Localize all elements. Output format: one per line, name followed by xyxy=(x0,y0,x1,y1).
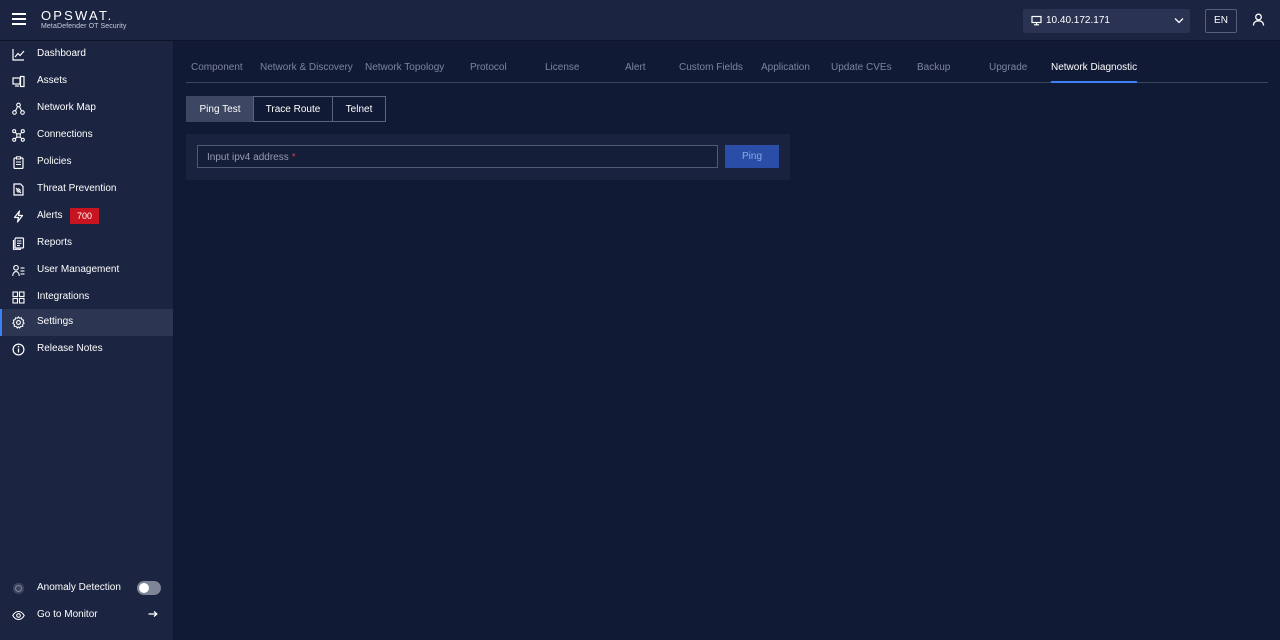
sidebar-item-label: User Management xyxy=(37,264,120,275)
required-mark: * xyxy=(291,152,296,163)
ping-test-panel: Input ipv4 address * Ping xyxy=(186,134,790,180)
anomaly-detection-toggle[interactable] xyxy=(137,581,161,595)
sidebar-item-label: Network Map xyxy=(37,102,96,113)
sidebar-item-connections[interactable]: Connections xyxy=(0,122,173,149)
ping-button[interactable]: Ping xyxy=(725,145,779,168)
tab-protocol[interactable]: Protocol xyxy=(470,62,507,73)
devices-icon xyxy=(12,75,25,88)
tab-telnet[interactable]: Telnet xyxy=(332,96,386,122)
tab-component[interactable]: Component xyxy=(191,62,243,73)
tab-network-diagnostic[interactable]: Network Diagnostic xyxy=(1051,62,1138,83)
sidebar-item-label: Threat Prevention xyxy=(37,183,117,194)
tab-network-discovery[interactable]: Network & Discovery xyxy=(260,62,353,73)
logo: OPSWAT. xyxy=(41,8,114,23)
sidebar-item-label: Connections xyxy=(37,129,93,140)
go-to-monitor-label: Go to Monitor xyxy=(37,609,98,620)
chart-line-icon xyxy=(12,48,25,61)
sidebar-item-label: Reports xyxy=(37,237,73,248)
sidebar-item-integrations[interactable]: Integrations xyxy=(0,284,173,311)
sidebar-item-label: Settings xyxy=(37,316,74,327)
sidebar-item-user-management[interactable]: User Management xyxy=(0,257,173,284)
arrow-right-icon xyxy=(148,610,158,618)
eye-icon xyxy=(12,609,25,622)
tab-application[interactable]: Application xyxy=(761,62,810,73)
sidebar-item-dashboard[interactable]: Dashboard xyxy=(0,41,173,68)
go-to-monitor-row[interactable]: Go to Monitor xyxy=(0,602,173,629)
sidebar-item-network-map[interactable]: Network Map xyxy=(0,95,173,122)
connections-icon xyxy=(12,129,25,142)
user-list-icon xyxy=(12,264,25,277)
lightning-icon xyxy=(12,210,25,223)
tab-ping-test[interactable]: Ping Test xyxy=(186,96,254,122)
language-button[interactable]: EN xyxy=(1205,9,1237,33)
clipboard-icon xyxy=(12,156,25,169)
alerts-count-badge: 700 xyxy=(70,208,99,224)
sidebar-item-label: Policies xyxy=(37,156,72,167)
sidebar-item-label: Dashboard xyxy=(37,48,86,59)
logo-subtitle: MetaDefender OT Security xyxy=(41,23,127,30)
threat-doc-icon xyxy=(12,183,25,196)
sidebar-item-settings[interactable]: Settings xyxy=(0,309,173,336)
sidebar-item-label: Release Notes xyxy=(37,343,103,354)
reports-icon xyxy=(12,237,25,250)
user-profile-icon[interactable] xyxy=(1252,13,1265,26)
top-bar: OPSWAT. MetaDefender OT Security 10.40.1… xyxy=(0,0,1280,41)
sidebar-item-label: Alerts xyxy=(37,210,63,221)
tab-license[interactable]: License xyxy=(545,62,579,73)
tab-upgrade[interactable]: Upgrade xyxy=(989,62,1027,73)
sidebar-item-policies[interactable]: Policies xyxy=(0,149,173,176)
integrations-icon xyxy=(12,291,25,304)
tab-trace-route[interactable]: Trace Route xyxy=(253,96,333,122)
sidebar-item-release-notes[interactable]: Release Notes xyxy=(0,336,173,363)
ip-address-text: 10.40.172.171 xyxy=(1046,15,1110,26)
gear-icon xyxy=(12,316,25,329)
hamburger-menu-icon[interactable] xyxy=(12,13,26,27)
tab-custom-fields[interactable]: Custom Fields xyxy=(679,62,743,73)
monitor-icon xyxy=(1031,15,1042,26)
sidebar-item-threat-prevention[interactable]: Threat Prevention xyxy=(0,176,173,203)
sidebar-item-assets[interactable]: Assets xyxy=(0,68,173,95)
sidebar-item-label: Integrations xyxy=(37,291,90,302)
tab-alert[interactable]: Alert xyxy=(625,62,646,73)
anomaly-detection-label: Anomaly Detection xyxy=(37,582,121,593)
info-icon xyxy=(12,343,25,356)
network-map-icon xyxy=(12,102,25,115)
toggle-knob xyxy=(139,583,149,593)
anomaly-icon xyxy=(12,582,25,595)
ipv4-input-placeholder: Input ipv4 address * xyxy=(207,152,296,163)
sidebar-item-reports[interactable]: Reports xyxy=(0,230,173,257)
tab-update-cves[interactable]: Update CVEs xyxy=(831,62,892,73)
sidebar-item-alerts[interactable]: Alerts 700 xyxy=(0,203,173,230)
chevron-down-icon xyxy=(1174,17,1184,24)
sidebar-item-label: Assets xyxy=(37,75,68,86)
ip-address-select[interactable]: 10.40.172.171 xyxy=(1023,9,1190,33)
sidebar: Dashboard Assets Network Map Connections… xyxy=(0,41,173,640)
diagnostic-tabs: Ping Test Trace Route Telnet xyxy=(186,96,386,122)
settings-tabs: Component Network & Discovery Network To… xyxy=(186,52,1268,83)
tab-backup[interactable]: Backup xyxy=(917,62,950,73)
anomaly-detection-row: Anomaly Detection xyxy=(0,575,173,602)
tab-network-topology[interactable]: Network Topology xyxy=(365,62,444,73)
ipv4-address-input[interactable]: Input ipv4 address * xyxy=(197,145,718,168)
